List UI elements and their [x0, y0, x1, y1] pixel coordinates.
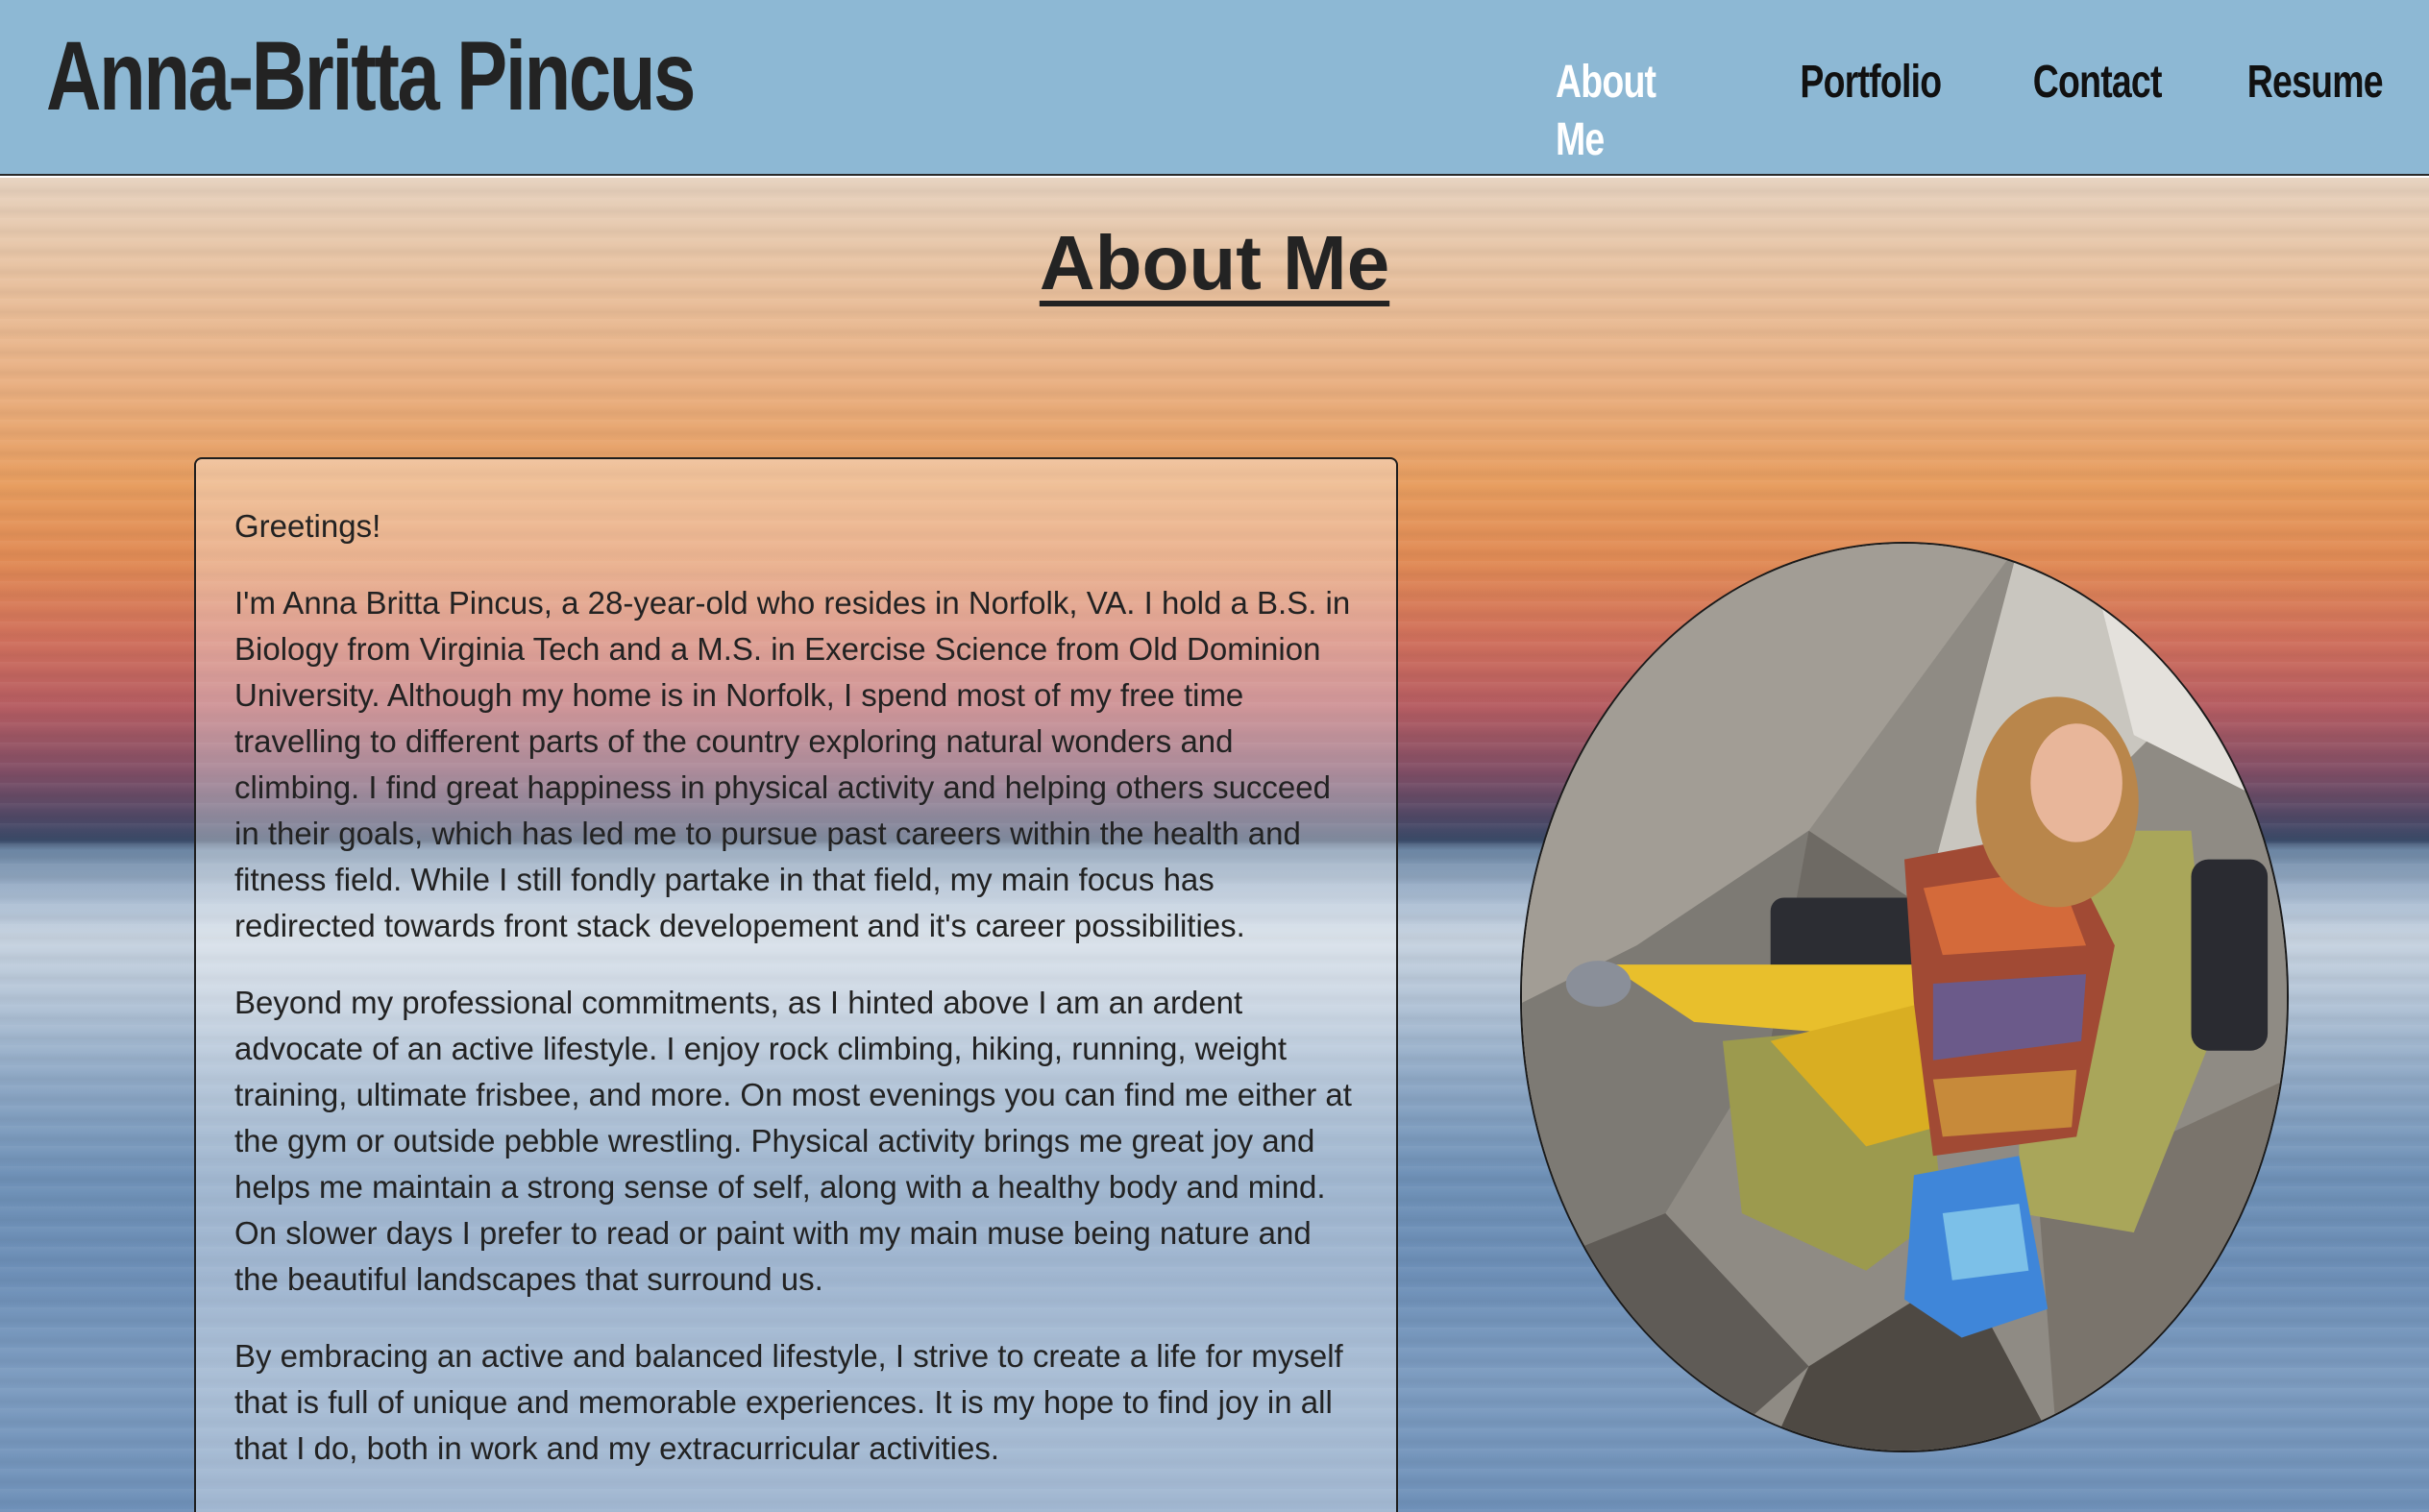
page-title: About Me [0, 217, 2429, 309]
site-header: Anna-Britta Pincus About Me Portfolio Co… [0, 0, 2429, 176]
bio-card: Greetings! I'm Anna Britta Pincus, a 28-… [194, 457, 1398, 1512]
bio-greeting: Greetings! [234, 508, 381, 544]
nav-portfolio[interactable]: Portfolio [1800, 54, 1942, 169]
page: Anna-Britta Pincus About Me Portfolio Co… [0, 0, 2429, 1512]
nav-about-me[interactable]: About Me [1556, 54, 1705, 169]
page-title-text: About Me [1039, 220, 1390, 305]
climber-photo-illustration [1522, 544, 2287, 1451]
nav-resume[interactable]: Resume [2247, 54, 2384, 169]
nav-contact[interactable]: Contact [2033, 54, 2163, 169]
profile-photo [1520, 542, 2289, 1452]
main-nav: About Me Portfolio Contact Resume [1513, 54, 2384, 169]
bio-paragraph-closing: By embracing an active and balanced life… [234, 1338, 1343, 1466]
bio-paragraph-intro: I'm Anna Britta Pincus, a 28-year-old wh… [234, 585, 1351, 943]
bio-paragraph-lifestyle: Beyond my professional commitments, as I… [234, 985, 1352, 1297]
site-title[interactable]: Anna-Britta Pincus [46, 23, 696, 129]
